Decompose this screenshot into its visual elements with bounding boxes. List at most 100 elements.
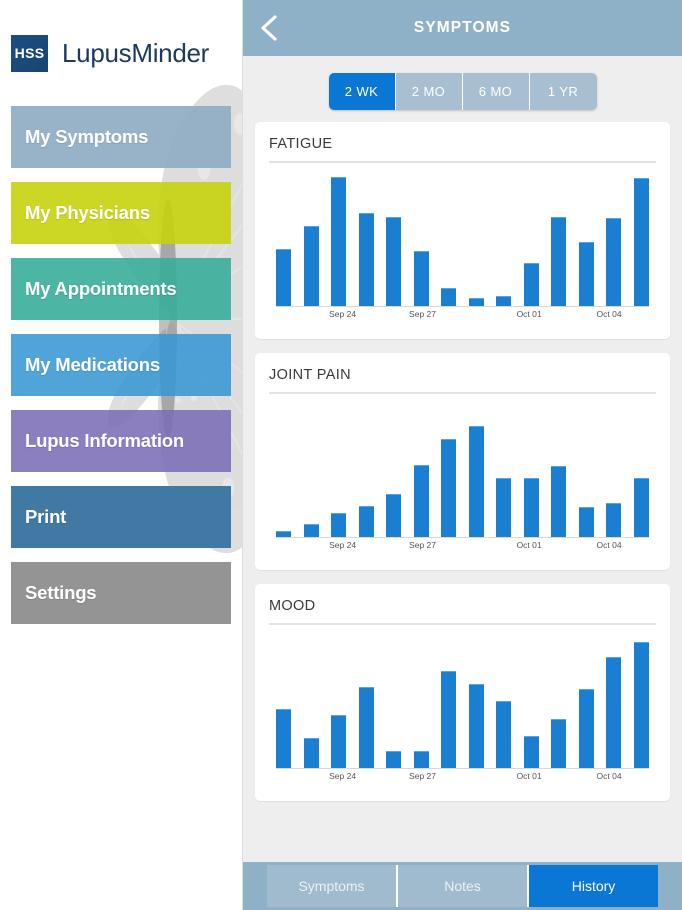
- x-axis-tick-label: Oct 04: [596, 771, 622, 781]
- x-axis-tick-label: Sep 24: [329, 771, 357, 781]
- sidebar-item-my-medications[interactable]: My Medications: [11, 334, 231, 396]
- app-header: SYMPTOMS: [243, 0, 682, 56]
- chart-bar: [606, 503, 622, 537]
- chart-card-mood: MOOD Sep 24 Sep 27 Oct 01 Oct 04: [255, 584, 670, 801]
- chart-bar: [331, 512, 347, 537]
- page-title: SYMPTOMS: [413, 19, 512, 36]
- chart-bar: [551, 217, 567, 306]
- chart-card-joint-pain: JOINT PAIN Sep 24 Sep 27 Oct 01 Oct 04: [255, 353, 670, 570]
- bar-chart-fatigue: Sep 24 Sep 27 Oct 01 Oct 04: [269, 177, 656, 329]
- tab-notes[interactable]: Notes: [398, 865, 529, 907]
- bar-chart-mood: Sep 24 Sep 27 Oct 01 Oct 04: [269, 639, 656, 791]
- chart-bar: [413, 751, 429, 768]
- chart-bar: [523, 735, 539, 768]
- sidebar-item-label: Lupus Information: [25, 430, 184, 451]
- chart-bar: [468, 298, 484, 306]
- sidebar-item-label: My Physicians: [25, 202, 150, 223]
- sidebar-item-my-appointments[interactable]: My Appointments: [11, 258, 231, 320]
- chart-bar: [303, 226, 319, 306]
- app-name: LupusMinder: [62, 37, 210, 68]
- range-option-2wk[interactable]: 2 WK: [328, 73, 396, 110]
- chart-bar: [496, 295, 512, 306]
- chart-bar: [276, 708, 291, 768]
- chart-bar: [523, 477, 539, 537]
- sidebar-item-label: My Symptoms: [25, 126, 149, 147]
- chart-card-fatigue: FATIGUE Sep 24 Sep 27 Oct 01 Oct 04: [255, 122, 670, 339]
- sidebar-item-my-physicians[interactable]: My Physicians: [11, 182, 231, 244]
- chart-title: MOOD: [269, 598, 656, 625]
- chart-bar: [303, 738, 319, 768]
- tab-history[interactable]: History: [529, 865, 658, 907]
- chart-bar: [386, 751, 402, 768]
- chart-bar: [496, 700, 512, 768]
- chart-bar: [413, 464, 429, 537]
- chart-x-axis: Sep 24 Sep 27 Oct 01 Oct 04: [276, 771, 649, 789]
- tab-symptoms[interactable]: Symptoms: [267, 865, 398, 907]
- chart-bar: [578, 689, 594, 768]
- chart-bar: [276, 249, 291, 306]
- chart-bar: [441, 438, 457, 537]
- chart-x-axis: Sep 24 Sep 27 Oct 01 Oct 04: [276, 540, 649, 558]
- chart-bar: [578, 507, 594, 537]
- sidebar-item-label: My Medications: [25, 354, 160, 375]
- sidebar-item-settings[interactable]: Settings: [11, 562, 231, 624]
- chart-bar: [633, 641, 649, 768]
- x-axis-tick-label: Oct 01: [516, 540, 542, 550]
- sidebar: HSS LupusMinder My Symptoms My Physician…: [0, 0, 243, 910]
- x-axis-tick-label: Oct 01: [516, 309, 542, 319]
- sidebar-menu: My Symptoms My Physicians My Appointment…: [0, 78, 242, 624]
- chart-plot-area: [276, 177, 649, 307]
- x-axis-tick-label: Sep 24: [329, 309, 357, 319]
- bottom-tab-bar: Symptoms Notes History: [243, 862, 682, 910]
- chart-bar: [358, 213, 374, 306]
- chart-bar: [496, 477, 512, 537]
- chart-bar: [468, 426, 484, 537]
- chart-x-axis: Sep 24 Sep 27 Oct 01 Oct 04: [276, 309, 649, 327]
- range-option-2mo[interactable]: 2 MO: [395, 73, 463, 110]
- sidebar-item-my-symptoms[interactable]: My Symptoms: [11, 106, 231, 168]
- sidebar-item-print[interactable]: Print: [11, 486, 231, 548]
- chart-bar: [441, 671, 457, 768]
- chart-bar: [276, 530, 291, 537]
- range-option-6mo[interactable]: 6 MO: [462, 73, 530, 110]
- chart-bar: [413, 250, 429, 306]
- x-axis-tick-label: Sep 24: [329, 540, 357, 550]
- chart-bar: [606, 218, 622, 306]
- sidebar-item-label: My Appointments: [25, 278, 177, 299]
- chart-bar: [331, 177, 347, 306]
- bar-chart-joint-pain: Sep 24 Sep 27 Oct 01 Oct 04: [269, 408, 656, 560]
- chart-title: JOINT PAIN: [269, 367, 656, 394]
- range-option-1yr[interactable]: 1 YR: [529, 73, 597, 110]
- hss-logo-icon: HSS: [11, 34, 48, 72]
- chart-bar: [578, 241, 594, 306]
- chart-plot-area: [276, 639, 649, 769]
- chart-bar: [633, 477, 649, 537]
- chart-bar: [386, 494, 402, 537]
- sidebar-item-lupus-information[interactable]: Lupus Information: [11, 410, 231, 472]
- chart-bar: [386, 217, 402, 306]
- chart-bar: [523, 263, 539, 306]
- chart-bar: [551, 466, 567, 537]
- chart-bar: [331, 715, 347, 768]
- x-axis-tick-label: Oct 01: [516, 771, 542, 781]
- x-axis-tick-label: Sep 27: [409, 309, 437, 319]
- chart-bar: [468, 684, 484, 768]
- x-axis-tick-label: Sep 27: [409, 540, 437, 550]
- x-axis-tick-label: Sep 27: [409, 771, 437, 781]
- charts-scroll-area[interactable]: FATIGUE Sep 24 Sep 27 Oct 01 Oct 04 JOINT P…: [243, 122, 682, 862]
- chart-title: FATIGUE: [269, 136, 656, 163]
- brand: HSS LupusMinder: [0, 0, 242, 78]
- range-selector[interactable]: 2 WK 2 MO 6 MO 1 YR: [328, 73, 597, 110]
- range-selector-wrap: 2 WK 2 MO 6 MO 1 YR: [243, 56, 682, 122]
- chart-bar: [606, 657, 622, 768]
- chart-bar: [303, 524, 319, 537]
- chart-bar: [441, 287, 457, 306]
- sidebar-item-label: Settings: [25, 582, 97, 603]
- content-pane: SYMPTOMS 2 WK 2 MO 6 MO 1 YR FATIGUE Sep…: [243, 0, 682, 910]
- chart-bar: [551, 718, 567, 768]
- chart-plot-area: [276, 408, 649, 538]
- app-root: HSS LupusMinder My Symptoms My Physician…: [0, 0, 682, 910]
- chart-bar: [358, 686, 374, 768]
- x-axis-tick-label: Oct 04: [596, 540, 622, 550]
- x-axis-tick-label: Oct 04: [596, 309, 622, 319]
